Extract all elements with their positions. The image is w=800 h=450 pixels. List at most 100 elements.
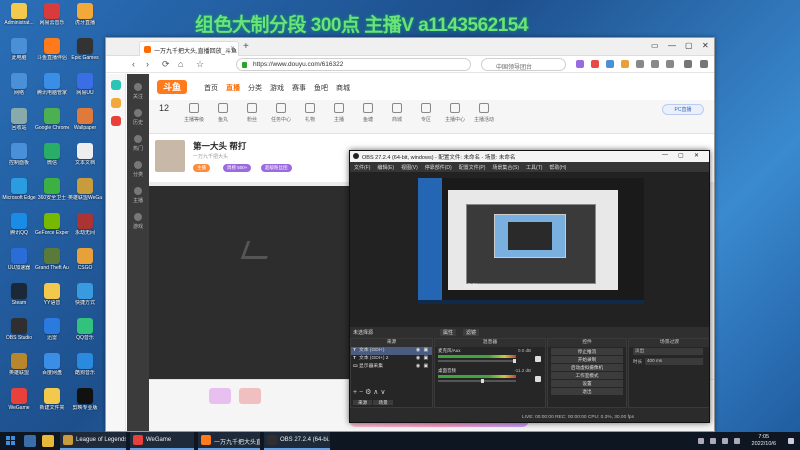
volume-slider[interactable] xyxy=(438,360,516,362)
desktop-icon[interactable]: 迅雷 xyxy=(35,318,69,341)
lock-icon[interactable]: ▣ xyxy=(423,355,428,363)
browser-search-input[interactable]: 中国领导团台 xyxy=(481,58,566,71)
file-explorer-icon[interactable] xyxy=(42,435,54,447)
lock-icon[interactable]: ▣ xyxy=(423,347,428,355)
sidebar-app-icon[interactable] xyxy=(110,80,121,90)
duration-input[interactable]: 400 ms xyxy=(645,358,703,365)
taskbar-item[interactable]: OBS 27.2.4 (64-bi... xyxy=(264,432,330,450)
desktop-icon[interactable]: Grand Theft Auto V xyxy=(35,248,69,271)
source-item[interactable]: T 文本 (GDI+) 2 ◉ ▣ xyxy=(351,355,432,363)
obs-control-button[interactable]: 停止推流 xyxy=(551,348,623,355)
browser-close-button[interactable]: ✕ xyxy=(702,41,709,50)
subbar-item[interactable]: 主播 xyxy=(326,103,352,123)
pc-live-button[interactable]: PC直播 xyxy=(662,104,704,115)
speaker-icon[interactable] xyxy=(535,376,541,382)
obs-control-button[interactable]: 开始录制 xyxy=(551,356,623,363)
video-player[interactable] xyxy=(149,186,359,379)
subbar-item[interactable]: 主播中心 xyxy=(442,103,468,123)
anchor-name[interactable]: 一万九千把大头 xyxy=(193,153,228,160)
tray-icon[interactable] xyxy=(698,438,704,444)
menu-icon[interactable] xyxy=(636,60,644,68)
douyu-nav-item[interactable]: 商城 xyxy=(336,83,350,93)
stream-badge[interactable]: 超级粉丝团 xyxy=(261,164,292,172)
desktop-icon[interactable]: 网易UU xyxy=(68,73,102,96)
subbar-item[interactable]: 主播活动 xyxy=(471,103,497,123)
douyu-left-nav-item[interactable]: 游戏 xyxy=(127,213,149,230)
extension-icon[interactable] xyxy=(621,60,629,68)
douyu-left-nav-item[interactable]: 主播 xyxy=(127,187,149,204)
desktop-icon[interactable]: 快捷方式 xyxy=(68,283,102,306)
obs-menu-item[interactable]: 场景集合(S) xyxy=(492,165,519,171)
search-icon[interactable] xyxy=(24,435,36,447)
desktop-icon[interactable]: Steam xyxy=(2,283,36,306)
obs-menu-item[interactable]: 工具(T) xyxy=(526,165,542,171)
filters-button[interactable]: 滤镜 xyxy=(463,329,480,336)
douyu-left-nav-item[interactable]: 热门 xyxy=(127,135,149,152)
desktop-icon[interactable]: GeForce Experience xyxy=(35,213,69,236)
tab-sources[interactable]: 来源 xyxy=(353,400,373,405)
browser-minimize-button[interactable]: — xyxy=(668,41,676,50)
user-level[interactable]: 12 xyxy=(151,103,177,113)
streamer-avatar[interactable] xyxy=(155,140,185,172)
desktop-icon[interactable]: 此电脑 xyxy=(2,38,36,61)
douyu-logo[interactable]: 斗鱼 xyxy=(157,80,187,94)
subbar-item[interactable]: 礼物 xyxy=(297,103,323,123)
home-button[interactable]: ⌂ xyxy=(178,59,183,69)
desktop-icon[interactable]: 英雄联盟WeGame版 xyxy=(68,178,102,201)
volume-icon[interactable] xyxy=(722,438,728,444)
douyu-nav-item[interactable]: 首页 xyxy=(204,83,218,93)
new-tab-button[interactable]: + xyxy=(243,41,249,52)
desktop-icon[interactable]: CSGO xyxy=(68,248,102,271)
desktop-icon[interactable]: QQ音乐 xyxy=(68,318,102,341)
taskbar-item[interactable]: League of Legends xyxy=(60,432,126,450)
desktop-icon[interactable]: 英雄联盟 xyxy=(2,353,36,376)
desktop-icon[interactable]: 腾讯电脑管家 xyxy=(35,73,69,96)
sidebar-app-icon[interactable] xyxy=(110,98,121,108)
subbar-item[interactable]: 粉丝 xyxy=(239,103,265,123)
desktop-icon[interactable]: Wallpaper xyxy=(68,108,102,131)
subbar-item[interactable]: 专区 xyxy=(413,103,439,123)
desktop-icon[interactable]: 虎牙直播 xyxy=(68,3,102,26)
douyu-nav-item[interactable]: 赛事 xyxy=(292,83,306,93)
desktop-icon[interactable]: 360安全卫士 xyxy=(35,178,69,201)
subbar-item[interactable]: 商城 xyxy=(384,103,410,123)
taskbar-item[interactable]: 一万九千把大头直... xyxy=(198,432,260,450)
back-button[interactable]: ‹ xyxy=(132,59,135,69)
desktop-icon[interactable]: 微信 xyxy=(35,143,69,166)
address-bar[interactable]: https://www.douyu.com/616322 xyxy=(236,58,471,71)
volume-slider[interactable] xyxy=(438,380,516,382)
desktop-icon[interactable]: 网易云音乐 xyxy=(35,3,69,26)
gift-icon[interactable] xyxy=(209,388,231,404)
extension-icon[interactable] xyxy=(606,60,614,68)
douyu-left-nav-item[interactable]: 历史 xyxy=(127,109,149,126)
desktop-icon[interactable]: 腾讯QQ xyxy=(2,213,36,236)
desktop-icon[interactable]: Google Chrome xyxy=(35,108,69,131)
obs-preview[interactable]: 82.3k xyxy=(350,172,709,327)
obs-menu-item[interactable]: 帮助(H) xyxy=(549,165,566,171)
desktop-icon[interactable]: 永劫无间 xyxy=(68,213,102,236)
stream-badge[interactable]: 周榜 500+ xyxy=(223,164,252,172)
volume-slider-handle[interactable] xyxy=(481,379,484,383)
douyu-nav-item[interactable]: 分类 xyxy=(248,83,262,93)
ime-icon[interactable] xyxy=(734,438,740,444)
desktop-icon[interactable]: 控制面板 xyxy=(2,143,36,166)
desktop-icon[interactable]: Administrat... xyxy=(2,3,36,26)
transition-type-select[interactable]: 淡出 xyxy=(633,348,703,355)
tab-close-icon[interactable]: ✕ xyxy=(230,45,235,52)
desktop-icon[interactable]: 百度网盘 xyxy=(35,353,69,376)
stream-badge[interactable]: 主播 xyxy=(193,164,210,172)
obs-control-button[interactable]: 工作室模式 xyxy=(551,372,623,379)
more-icon[interactable] xyxy=(700,60,708,68)
notification-icon[interactable] xyxy=(788,438,794,444)
desktop-icon[interactable]: 网络 xyxy=(2,73,36,96)
desktop-icon[interactable]: 酷狗音乐 xyxy=(68,353,102,376)
refresh-button[interactable]: ⟳ xyxy=(162,59,170,70)
obs-control-button[interactable]: 启动虚拟摄像机 xyxy=(551,364,623,371)
undo-icon[interactable] xyxy=(684,60,692,68)
start-button[interactable] xyxy=(6,436,16,446)
gift-icon[interactable] xyxy=(239,388,261,404)
desktop-icon[interactable]: UU加速器 xyxy=(2,248,36,271)
obs-control-button[interactable]: 退出 xyxy=(551,388,623,395)
add-source-icon[interactable]: + − ⚙ ∧ ∨ xyxy=(353,388,385,396)
obs-maximize-button[interactable]: ▢ xyxy=(678,152,684,159)
